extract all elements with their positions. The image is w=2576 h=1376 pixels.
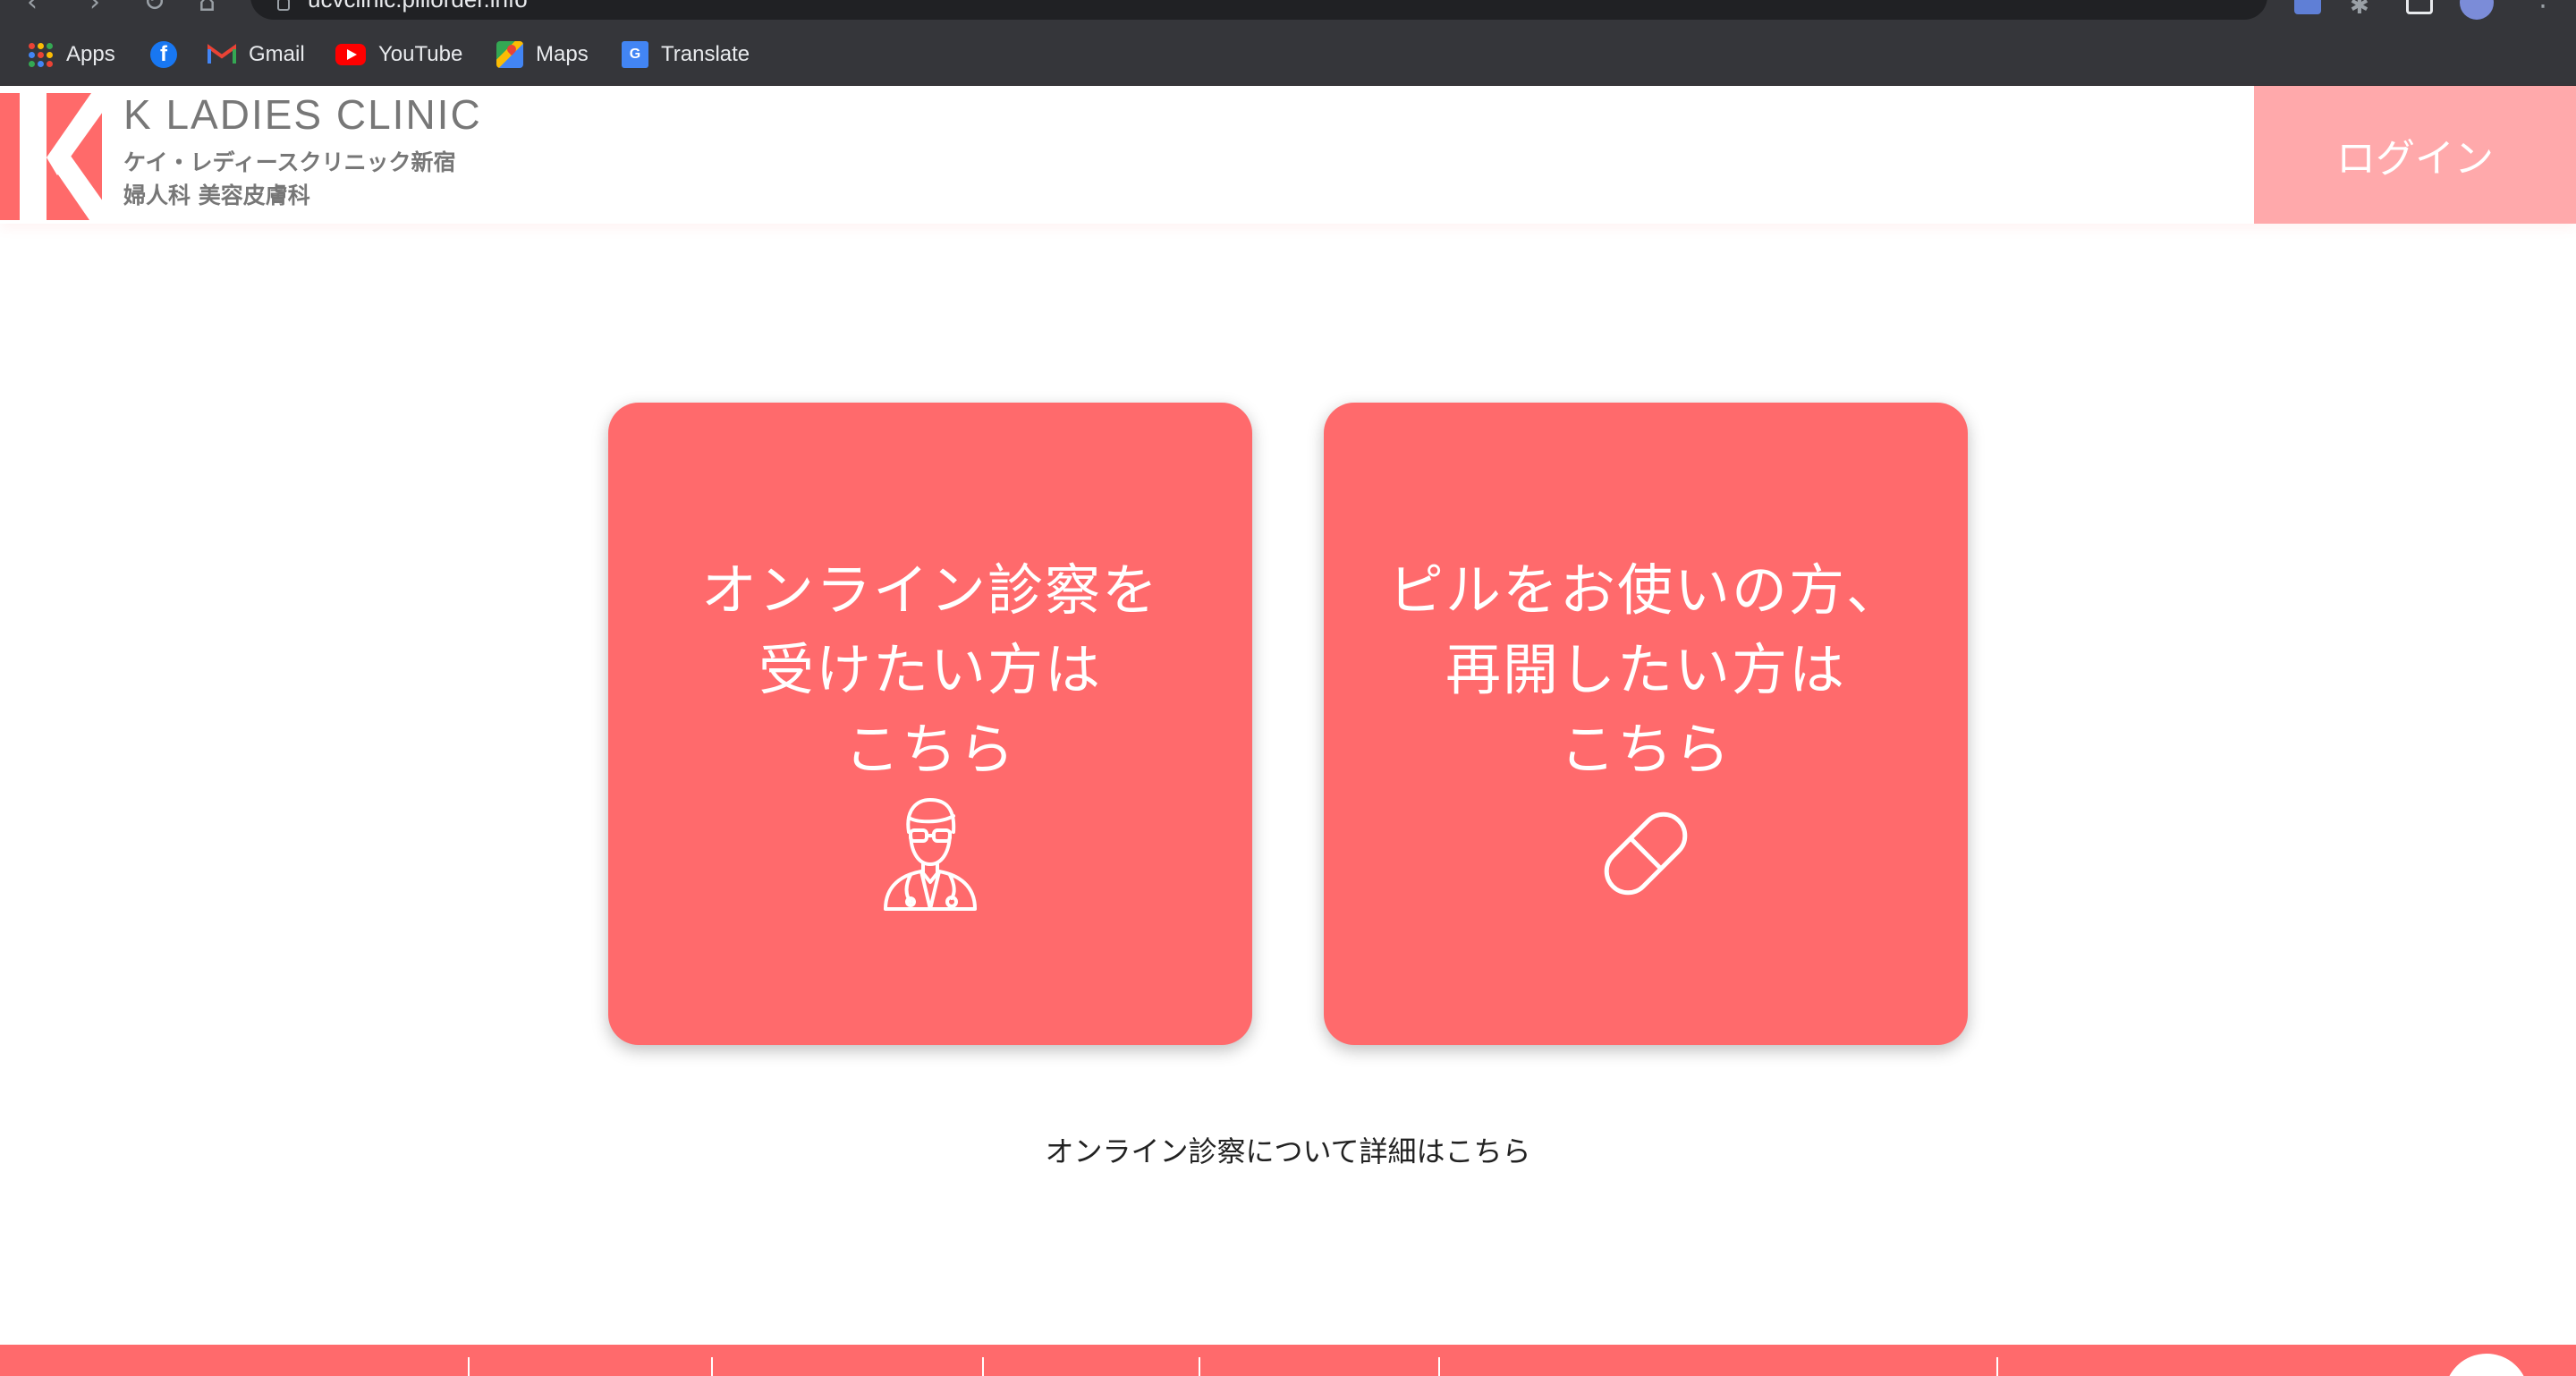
footer-divider bbox=[1438, 1357, 1440, 1376]
address-bar[interactable]: ucvclinic.pillorder.info ★ bbox=[250, 0, 2267, 20]
apps-grid-icon bbox=[27, 41, 54, 68]
card-text-line: 再開したい方は bbox=[1445, 637, 1846, 702]
card-text-line: こちら bbox=[843, 717, 1016, 782]
menu-kebab-icon[interactable]: ⋮ bbox=[2529, 0, 2556, 11]
brand-name[interactable]: K LADIES CLINIC bbox=[123, 90, 482, 139]
youtube-icon bbox=[335, 44, 366, 65]
tab-search-icon[interactable] bbox=[2406, 0, 2433, 14]
footer-divider bbox=[468, 1357, 470, 1376]
online-consultation-details-link[interactable]: オンライン診察について詳細はこちら bbox=[0, 1129, 2576, 1170]
bookmarks-bar: Apps f Gmail YouTube Maps G Translate bbox=[0, 23, 2576, 86]
profile-avatar-icon[interactable] bbox=[2460, 0, 2494, 20]
extension-icon[interactable] bbox=[2294, 0, 2321, 14]
maps-icon bbox=[496, 41, 523, 68]
lock-icon bbox=[277, 0, 290, 11]
footer-divider bbox=[711, 1357, 713, 1376]
bookmark-label: Maps bbox=[536, 42, 589, 66]
bookmark-label: YouTube bbox=[378, 42, 463, 66]
card-text-line: こちら bbox=[1559, 717, 1732, 782]
site-header: K LADIES CLINIC ケイ・レディースクリニック新宿 婦人科 美容皮膚… bbox=[0, 86, 2576, 224]
translate-icon: G bbox=[622, 41, 648, 68]
footer-divider bbox=[982, 1357, 984, 1376]
home-icon[interactable]: ⌂ bbox=[199, 0, 216, 16]
bookmark-label: Gmail bbox=[249, 42, 305, 66]
doctor-icon bbox=[884, 798, 977, 911]
facebook-icon: f bbox=[150, 41, 177, 68]
bookmark-translate[interactable]: G Translate bbox=[622, 23, 750, 86]
clinic-logo-icon[interactable] bbox=[0, 93, 102, 220]
extensions-puzzle-icon[interactable]: ✱ bbox=[2350, 0, 2369, 20]
footer-divider bbox=[1996, 1357, 1998, 1376]
card-text-line: ピルをお使いの方、 bbox=[1387, 557, 1903, 623]
gmail-icon bbox=[208, 44, 236, 64]
footer-divider bbox=[1199, 1357, 1200, 1376]
brand-subtitle: ケイ・レディースクリニック新宿 bbox=[123, 149, 456, 175]
reload-icon[interactable]: ↻ bbox=[143, 0, 165, 16]
bookmark-youtube[interactable]: YouTube bbox=[335, 23, 462, 86]
bookmark-maps[interactable]: Maps bbox=[496, 23, 589, 86]
bookmark-label: Translate bbox=[661, 42, 750, 66]
page-root: ‹ › ↻ ⌂ ucvclinic.pillorder.info ★ ✱ ⋮ A… bbox=[0, 0, 2576, 1376]
brand-departments: 婦人科 美容皮膚科 bbox=[123, 183, 310, 208]
browser-toolbar: ‹ › ↻ ⌂ ucvclinic.pillorder.info ★ ✱ ⋮ bbox=[0, 0, 2576, 23]
card-text-line: オンライン診察を bbox=[700, 557, 1159, 623]
back-icon[interactable]: ‹ bbox=[27, 0, 38, 16]
card-text-line: 受けたい方は bbox=[758, 637, 1102, 702]
online-consultation-card[interactable]: オンライン診察を 受けたい方は こちら bbox=[608, 403, 1252, 1045]
login-button[interactable]: ログイン bbox=[2254, 86, 2576, 224]
forward-icon[interactable]: › bbox=[89, 0, 100, 16]
pill-users-card[interactable]: ピルをお使いの方、 再開したい方は こちら bbox=[1324, 403, 1968, 1045]
bookmark-apps[interactable]: Apps bbox=[27, 23, 115, 86]
footer-nav-bar bbox=[0, 1345, 2576, 1376]
bookmark-facebook[interactable]: f bbox=[150, 23, 177, 86]
address-url[interactable]: ucvclinic.pillorder.info bbox=[308, 0, 528, 13]
pill-icon bbox=[1604, 811, 1688, 896]
bookmark-gmail[interactable]: Gmail bbox=[208, 23, 305, 86]
bookmark-label: Apps bbox=[66, 42, 115, 66]
